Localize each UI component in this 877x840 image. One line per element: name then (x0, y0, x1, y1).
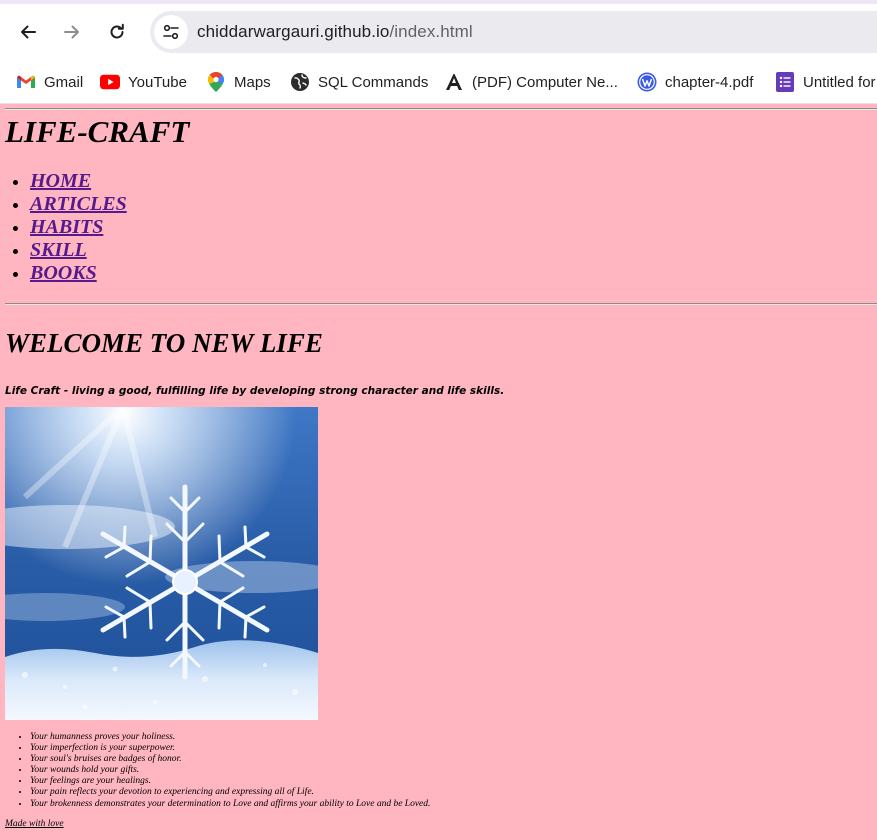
site-title: LIFE-CRAFT (5, 114, 190, 149)
nav-link-habits[interactable]: HABITS (30, 216, 103, 238)
tagline: Life Craft - living a good, fulfilling l… (5, 385, 505, 397)
back-button[interactable] (12, 16, 44, 48)
bookmark-label: (PDF) Computer Ne... (472, 73, 618, 91)
quote-item: Your pain reflects your devotion to expe… (30, 787, 430, 798)
bookmark-label: SQL Commands (318, 73, 429, 91)
page-content: LIFE-CRAFT HOME ARTICLES HABITS SKILL BO… (0, 104, 877, 840)
site-info-button[interactable] (154, 15, 188, 49)
bookmark-label: Gmail (44, 73, 84, 91)
forms-icon (775, 72, 795, 92)
address-bar[interactable]: chiddarwargauri.github.io/index.html (150, 11, 877, 53)
nav-link-books[interactable]: BOOKS (30, 262, 97, 284)
bookmark-gmail[interactable]: Gmail (16, 70, 83, 94)
welcome-heading: WELCOME TO NEW LIFE (5, 328, 323, 358)
reload-icon (110, 23, 124, 39)
main-nav: HOME ARTICLES HABITS SKILL BOOKS (30, 170, 127, 285)
url-text[interactable]: chiddarwargauri.github.io/index.html (197, 22, 473, 42)
quote-item: Your feelings are your healings. (30, 776, 430, 787)
gmail-icon (16, 72, 36, 92)
bookmark-label: YouTube (128, 73, 187, 91)
bookmark-youtube[interactable]: YouTube (100, 70, 187, 94)
nav-link-skill[interactable]: SKILL (30, 239, 87, 261)
browser-chrome: chiddarwargauri.github.io/index.html Gma… (0, 0, 877, 104)
bookmark-label: Maps (234, 73, 271, 91)
nav-divider (5, 303, 877, 305)
bookmark-chapter-4-pdf[interactable]: chapter-4.pdf (637, 70, 753, 94)
nav-item-books: BOOKS (30, 262, 127, 285)
nav-item-articles: ARTICLES (30, 193, 127, 216)
quote-item: Your imperfection is your superpower. (30, 743, 430, 754)
quotes-list: Your humanness proves your holiness. You… (30, 732, 430, 810)
forward-button[interactable] (56, 16, 88, 48)
url-path: /index.html (389, 22, 473, 41)
quote-item: Your brokenness demonstrates your determ… (30, 799, 430, 810)
maps-icon (206, 72, 226, 92)
url-domain: chiddarwargauri.github.io (197, 22, 390, 41)
bookmark-maps[interactable]: Maps (206, 70, 271, 94)
reload-button[interactable] (101, 16, 133, 48)
nav-item-habits: HABITS (30, 216, 127, 239)
top-divider (5, 108, 877, 110)
nav-item-home: HOME (30, 170, 127, 193)
tune-icon (163, 24, 179, 40)
bookmark-label: chapter-4.pdf (665, 73, 754, 91)
arrow-left-icon (21, 25, 36, 39)
nav-item-skill: SKILL (30, 239, 127, 262)
bookmarks-bar: Gmail YouTube Maps SQL Commands (PDF) Co… (0, 60, 877, 104)
snowflake-image (5, 407, 318, 720)
nav-link-home[interactable]: HOME (30, 170, 91, 192)
bookmark-untitled-form[interactable]: Untitled for (775, 70, 876, 94)
youtube-icon (100, 72, 120, 92)
bookmark-pdf-computer-ne[interactable]: (PDF) Computer Ne... (444, 70, 618, 94)
nav-link-articles[interactable]: ARTICLES (30, 193, 127, 215)
quote-item: Your humanness proves your holiness. (30, 732, 430, 743)
quote-item: Your soul's bruises are badges of honor. (30, 754, 430, 765)
address-bar-row: chiddarwargauri.github.io/index.html (0, 4, 877, 60)
arrow-right-icon (64, 25, 79, 39)
globe-icon (290, 72, 310, 92)
bookmark-label: Untitled for (803, 73, 876, 91)
made-with-love-link[interactable]: Made with love (5, 819, 64, 829)
bookmark-sql-commands[interactable]: SQL Commands (290, 70, 428, 94)
academia-icon (444, 72, 464, 92)
wordpress-icon (637, 72, 657, 92)
quote-item: Your wounds hold your gifts. (30, 765, 430, 776)
